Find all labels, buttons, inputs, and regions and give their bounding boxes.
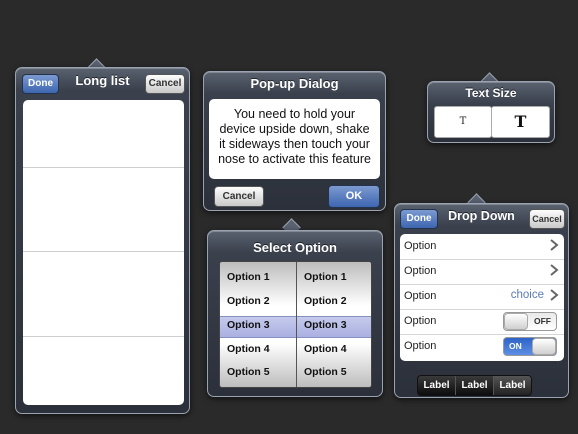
drop-down-cancel-button[interactable]: Cancel (529, 209, 565, 229)
row-value: choice (510, 289, 544, 301)
toggle-state-label: ON (509, 341, 522, 351)
picker-item[interactable]: Option 2 (227, 295, 270, 307)
picker-item[interactable]: Option 4 (304, 343, 347, 355)
row-label: Option (404, 240, 437, 252)
list-item[interactable] (23, 337, 184, 405)
drop-down-row[interactable]: Option (400, 259, 564, 285)
text-size-large-button[interactable]: T (491, 106, 550, 138)
text-size-title: Text Size (465, 86, 517, 100)
chevron-right-icon (550, 239, 559, 251)
chevron-right-icon (550, 264, 559, 276)
picker-item-selected[interactable]: Option 3 (304, 319, 347, 331)
popup-dialog-message: You need to hold your device upside down… (218, 107, 371, 166)
toggle-state-label: OFF (534, 316, 551, 326)
list-item[interactable] (23, 168, 184, 252)
segment-button-selected[interactable]: Label (494, 376, 531, 395)
drop-down-row: Option OFF (400, 309, 564, 335)
long-list-popover: Done Long list Cancel (15, 67, 190, 414)
row-label: Option (404, 340, 437, 352)
picker-item[interactable]: Option 5 (304, 366, 347, 378)
text-size-small-icon: T (459, 116, 467, 127)
select-option-title: Select Option (253, 240, 337, 255)
segment-button[interactable]: Label (456, 376, 494, 395)
long-list-panel[interactable] (23, 100, 184, 405)
text-size-large-icon: T (514, 112, 527, 131)
list-item[interactable] (23, 252, 184, 337)
drop-down-row[interactable]: Option (400, 234, 564, 260)
toggle-knob (504, 313, 528, 330)
text-size-small-button[interactable]: T (434, 106, 492, 138)
picker-item[interactable]: Option 1 (304, 271, 347, 283)
popup-dialog-cancel-button[interactable]: Cancel (214, 186, 264, 207)
select-option-popover: Select Option Option 1 Option 2 Option 3… (207, 230, 383, 397)
picker-item-selected[interactable]: Option 3 (227, 319, 270, 331)
popup-dialog: Pop-up Dialog You need to hold your devi… (203, 71, 386, 211)
popup-dialog-ok-button[interactable]: OK (328, 185, 380, 208)
chevron-right-icon (550, 289, 559, 301)
toggle-knob (532, 338, 556, 355)
segment-button[interactable]: Label (418, 376, 456, 395)
picker-item[interactable]: Option 2 (304, 295, 347, 307)
row-label: Option (404, 315, 437, 327)
picker-column-right[interactable]: Option 1 Option 2 Option 3 Option 4 Opti… (296, 262, 371, 387)
drop-down-list: Option Option Option choice Option OFF O… (400, 234, 564, 361)
toggle-switch-off[interactable]: OFF (503, 312, 557, 331)
segmented-control: Label Label Label (417, 375, 532, 396)
toggle-switch-on[interactable]: ON (503, 337, 557, 356)
row-label: Option (404, 290, 437, 302)
row-label: Option (404, 265, 437, 277)
option-picker[interactable]: Option 1 Option 2 Option 3 Option 4 Opti… (219, 261, 372, 388)
drop-down-row[interactable]: Option choice (400, 284, 564, 310)
popup-dialog-title: Pop-up Dialog (250, 76, 339, 91)
picker-item[interactable]: Option 1 (227, 271, 270, 283)
popup-dialog-message-panel: You need to hold your device upside down… (209, 99, 380, 179)
picker-item[interactable]: Option 4 (227, 343, 270, 355)
picker-column-left[interactable]: Option 1 Option 2 Option 3 Option 4 Opti… (220, 262, 295, 387)
list-item[interactable] (23, 100, 184, 168)
drop-down-popover: Done Drop Down Cancel Option Option Opti… (394, 203, 569, 398)
text-size-popover: Text Size T T (427, 81, 555, 143)
picker-item[interactable]: Option 5 (227, 366, 270, 378)
long-list-cancel-button[interactable]: Cancel (145, 74, 185, 94)
drop-down-row: Option ON (400, 334, 564, 359)
